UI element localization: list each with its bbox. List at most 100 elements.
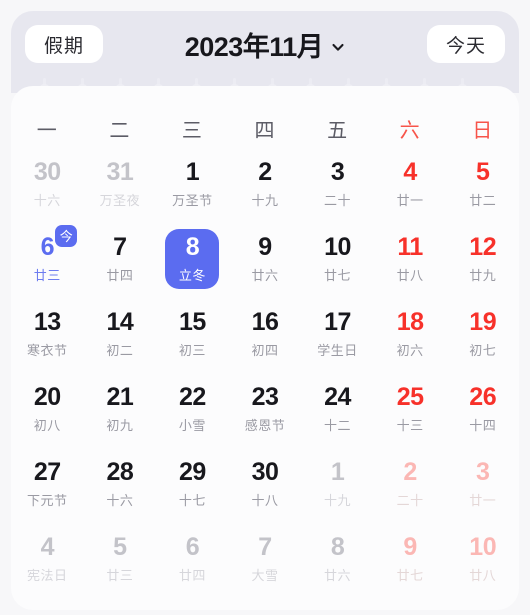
day-number: 9 <box>258 233 272 262</box>
day-inner: 28 十六 <box>93 454 147 514</box>
calendar-day-cell[interactable]: 20 初八 <box>11 373 84 448</box>
weekday-label: 四 <box>254 120 276 142</box>
day-lunar-label: 初二 <box>106 342 134 358</box>
day-number: 6 <box>185 533 200 562</box>
calendar-day-cell[interactable]: 9 廿七 <box>374 523 447 598</box>
day-lunar-label: 万圣节 <box>172 192 213 208</box>
day-number: 31 <box>106 158 134 187</box>
day-number: 10 <box>469 533 497 562</box>
calendar-day-cell[interactable]: 17 学生日 <box>301 298 374 373</box>
calendar-day-cell[interactable]: 26 十四 <box>446 373 519 448</box>
calendar-day-cell[interactable]: 6 廿四 <box>156 523 229 598</box>
day-inner: 25 十三 <box>383 379 437 439</box>
day-inner: 2 二十 <box>383 454 437 514</box>
calendar-day-cell[interactable]: 29 十七 <box>156 448 229 523</box>
calendar-day-cell[interactable]: 3 二十 <box>301 148 374 223</box>
calendar-day-cell[interactable]: 3 廿一 <box>446 448 519 523</box>
day-inner: 7 大雪 <box>238 529 292 589</box>
calendar-day-cell[interactable]: 25 十三 <box>374 373 447 448</box>
calendar-day-cell[interactable]: 19 初七 <box>446 298 519 373</box>
day-inner: 17 学生日 <box>311 304 365 364</box>
day-lunar-label: 廿一 <box>396 192 424 208</box>
calendar-day-cell[interactable]: 12 廿九 <box>446 223 519 298</box>
day-inner: 6 廿四 <box>165 529 219 589</box>
day-number: 5 <box>113 533 127 562</box>
holiday-button[interactable]: 假期 <box>25 25 103 63</box>
day-lunar-label: 初三 <box>178 342 206 358</box>
day-number: 4 <box>403 158 417 187</box>
calendar-day-cell[interactable]: 10 廿八 <box>446 523 519 598</box>
calendar-day-cell[interactable]: 21 初九 <box>84 373 157 448</box>
day-lunar-label: 十二 <box>324 417 352 433</box>
calendar-day-cell[interactable]: 13 寒衣节 <box>11 298 84 373</box>
calendar-day-cell[interactable]: 27 下元节 <box>11 448 84 523</box>
day-lunar-label: 万圣夜 <box>99 192 141 208</box>
calendar-day-cell[interactable]: 14 初二 <box>84 298 157 373</box>
weekday-label: 六 <box>399 120 421 142</box>
calendar-day-cell[interactable]: 10 廿七 <box>301 223 374 298</box>
chevron-down-icon[interactable] <box>331 40 345 54</box>
calendar-day-cell[interactable]: 8 立冬 <box>156 223 229 298</box>
day-lunar-label: 廿三 <box>33 267 61 283</box>
calendar-day-cell[interactable]: 30 十六 <box>11 148 84 223</box>
today-badge: 今 <box>55 225 78 247</box>
day-lunar-label: 廿八 <box>396 267 424 283</box>
calendar-day-cell[interactable]: 18 初六 <box>374 298 447 373</box>
day-lunar-label: 初六 <box>396 342 424 358</box>
calendar-day-cell[interactable]: 16 初四 <box>229 298 302 373</box>
calendar-day-cell[interactable]: 31 万圣夜 <box>84 148 157 223</box>
day-inner: 9 廿六 <box>238 229 292 289</box>
day-number: 27 <box>33 458 61 487</box>
day-number: 22 <box>179 383 206 412</box>
day-inner: 14 初二 <box>93 304 147 364</box>
day-inner: 10 廿七 <box>311 229 365 289</box>
calendar-day-cell[interactable]: 15 初三 <box>156 298 229 373</box>
day-number: 1 <box>185 158 200 187</box>
calendar-day-cell[interactable]: 7 廿四 <box>84 223 157 298</box>
calendar-day-cell[interactable]: 30 十八 <box>229 448 302 523</box>
calendar-day-cell[interactable]: 4 廿一 <box>374 148 447 223</box>
calendar-day-cell[interactable]: 1 十九 <box>301 448 374 523</box>
calendar-day-cell[interactable]: 22 小雪 <box>156 373 229 448</box>
calendar-day-cell[interactable]: 2 二十 <box>374 448 447 523</box>
calendar-day-cell[interactable]: 11 廿八 <box>374 223 447 298</box>
calendar-week-row: 6 廿三 今 7 廿四 8 立冬 9 廿六 10 廿七 11 廿八 12 廿九 <box>11 223 519 298</box>
today-button[interactable]: 今天 <box>426 25 505 63</box>
calendar-day-cell[interactable]: 7 大雪 <box>229 523 302 598</box>
day-lunar-label: 立冬 <box>178 267 206 283</box>
day-lunar-label: 廿七 <box>324 267 352 283</box>
day-inner: 8 廿六 <box>311 529 365 589</box>
calendar-day-cell[interactable]: 6 廿三 今 <box>11 223 84 298</box>
day-number: 11 <box>397 233 423 262</box>
day-lunar-label: 廿一 <box>469 492 497 508</box>
calendar-day-cell[interactable]: 4 宪法日 <box>11 523 84 598</box>
calendar-day-cell[interactable]: 1 万圣节 <box>156 148 229 223</box>
calendar-day-cell[interactable]: 8 廿六 <box>301 523 374 598</box>
day-lunar-label: 廿三 <box>106 567 134 583</box>
day-number: 17 <box>324 308 351 337</box>
weekday-header-row: 一二三四五六日 <box>11 114 519 143</box>
day-number: 7 <box>113 233 127 262</box>
calendar-day-cell[interactable]: 2 十九 <box>229 148 302 223</box>
calendar-app: 假期 2023年11月 今天 一二三四五六日 30 十六 31 万圣夜 1 万圣节 2 十九 3… <box>0 0 530 615</box>
day-number: 30 <box>33 158 61 187</box>
calendar-day-cell[interactable]: 5 廿三 <box>84 523 157 598</box>
calendar-day-cell[interactable]: 24 十二 <box>301 373 374 448</box>
calendar-day-cell[interactable]: 28 十六 <box>84 448 157 523</box>
day-number: 19 <box>469 308 497 337</box>
calendar-day-cell[interactable]: 9 廿六 <box>229 223 302 298</box>
day-number: 13 <box>33 308 61 337</box>
day-lunar-label: 宪法日 <box>27 567 68 583</box>
calendar-week-row: 4 宪法日 5 廿三 6 廿四 7 大雪 8 廿六 9 廿七 10 廿八 <box>11 523 519 598</box>
day-lunar-label: 二十 <box>396 492 424 508</box>
calendar-day-cell[interactable]: 23 感恩节 <box>229 373 302 448</box>
day-lunar-label: 廿九 <box>469 267 497 283</box>
calendar-day-cell[interactable]: 5 廿二 <box>446 148 519 223</box>
day-number: 14 <box>106 308 134 337</box>
day-inner: 20 初八 <box>20 379 74 439</box>
day-inner: 5 廿三 <box>93 529 147 589</box>
calendar-header-bar: 假期 2023年11月 今天 <box>11 11 519 77</box>
day-lunar-label: 小雪 <box>178 417 206 433</box>
month-title-dropdown[interactable]: 2023年11月 <box>185 25 346 64</box>
day-inner: 7 廿四 <box>93 229 147 289</box>
